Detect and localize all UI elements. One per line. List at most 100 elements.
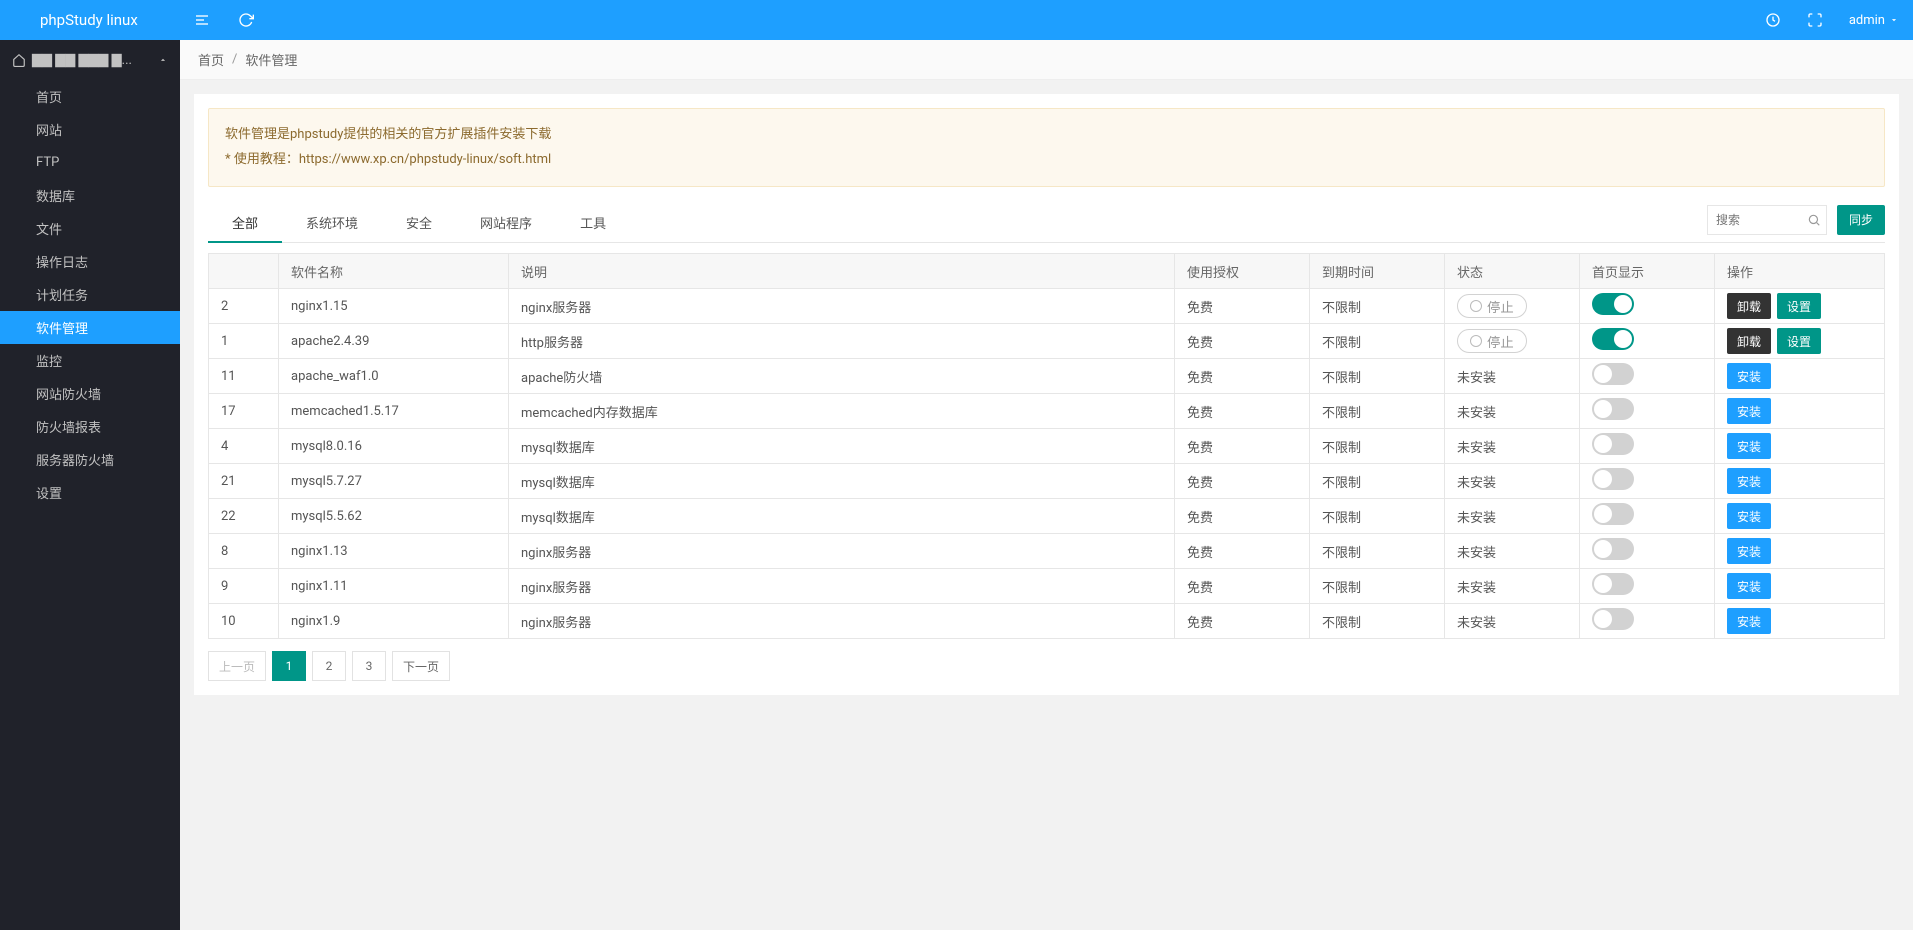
sidebar-host[interactable]: ▇▇ ▇▇ ▇▇▇ ▇...: [0, 40, 180, 80]
cell-desc: apache防火墙: [509, 359, 1175, 394]
tabs: 全部系统环境安全网站程序工具: [208, 203, 630, 242]
pagination: 上一页123下一页: [208, 651, 1885, 681]
table-row: 11apache_waf1.0apache防火墙免费不限制未安装安装: [209, 359, 1885, 394]
sidebar-item[interactable]: 监控: [0, 344, 180, 377]
sidebar-item[interactable]: 服务器防火墙: [0, 443, 180, 476]
breadcrumb-current: 软件管理: [245, 50, 297, 69]
install-button[interactable]: 安装: [1727, 503, 1771, 529]
sync-button[interactable]: 同步: [1837, 205, 1885, 235]
cell-desc: nginx服务器: [509, 569, 1175, 604]
install-button[interactable]: 安装: [1727, 608, 1771, 634]
cell-action: 安装: [1715, 569, 1885, 604]
cell-desc: nginx服务器: [509, 534, 1175, 569]
cell-action: 安装: [1715, 359, 1885, 394]
sidebar-item[interactable]: 防火墙报表: [0, 410, 180, 443]
brand: phpStudy linux: [0, 0, 180, 40]
tutorial-link[interactable]: https://www.xp.cn/phpstudy-linux/soft.ht…: [299, 152, 551, 167]
cell-status: 未安装: [1445, 604, 1580, 639]
tab[interactable]: 网站程序: [456, 203, 556, 242]
display-switch[interactable]: [1592, 503, 1634, 525]
tab[interactable]: 工具: [556, 203, 630, 242]
cell-desc: http服务器: [509, 324, 1175, 359]
install-button[interactable]: 安装: [1727, 468, 1771, 494]
table-row: 8nginx1.13nginx服务器免费不限制未安装安装: [209, 534, 1885, 569]
sidebar-item[interactable]: FTP: [0, 146, 180, 179]
cell-auth: 免费: [1175, 499, 1310, 534]
chevron-down-icon: [1889, 15, 1899, 25]
search-icon[interactable]: [1807, 213, 1821, 227]
cell-id: 4: [209, 429, 279, 464]
page-next[interactable]: 下一页: [392, 651, 450, 681]
cell-name: mysql8.0.16: [279, 429, 509, 464]
fullscreen-icon[interactable]: [1807, 12, 1823, 28]
display-switch[interactable]: [1592, 608, 1634, 630]
cell-status: 未安装: [1445, 359, 1580, 394]
refresh-icon[interactable]: [238, 12, 254, 28]
sidebar-item[interactable]: 计划任务: [0, 278, 180, 311]
search-wrap: [1707, 205, 1827, 235]
display-switch[interactable]: [1592, 293, 1634, 315]
sidebar-item[interactable]: 软件管理: [0, 311, 180, 344]
install-button[interactable]: 安装: [1727, 573, 1771, 599]
sidebar-item[interactable]: 文件: [0, 212, 180, 245]
install-button[interactable]: 安装: [1727, 363, 1771, 389]
page-number[interactable]: 2: [312, 651, 346, 681]
sidebar-item[interactable]: 首页: [0, 80, 180, 113]
cell-auth: 免费: [1175, 604, 1310, 639]
cell-action: 安装: [1715, 394, 1885, 429]
display-switch[interactable]: [1592, 328, 1634, 350]
breadcrumb-home[interactable]: 首页: [198, 50, 224, 69]
install-button[interactable]: 安装: [1727, 398, 1771, 424]
cell-id: 2: [209, 289, 279, 324]
uninstall-button[interactable]: 卸载: [1727, 328, 1771, 354]
tab[interactable]: 全部: [208, 203, 282, 242]
cell-auth: 免费: [1175, 464, 1310, 499]
cell-auth: 免费: [1175, 569, 1310, 604]
table-row: 2nginx1.15nginx服务器免费不限制停止卸载设置: [209, 289, 1885, 324]
cell-display: [1580, 324, 1715, 359]
install-button[interactable]: 安装: [1727, 538, 1771, 564]
cell-desc: nginx服务器: [509, 604, 1175, 639]
sidebar-item[interactable]: 网站防火墙: [0, 377, 180, 410]
settings-button[interactable]: 设置: [1777, 328, 1821, 354]
menu-toggle-icon[interactable]: [194, 12, 210, 28]
cell-desc: mysql数据库: [509, 499, 1175, 534]
display-switch[interactable]: [1592, 398, 1634, 420]
settings-button[interactable]: 设置: [1777, 293, 1821, 319]
tab[interactable]: 安全: [382, 203, 456, 242]
page-number[interactable]: 3: [352, 651, 386, 681]
stop-button[interactable]: 停止: [1457, 294, 1527, 318]
sidebar-item[interactable]: 操作日志: [0, 245, 180, 278]
display-switch[interactable]: [1592, 573, 1634, 595]
display-switch[interactable]: [1592, 468, 1634, 490]
cell-expire: 不限制: [1310, 604, 1445, 639]
topbar: admin: [180, 0, 1913, 40]
cell-expire: 不限制: [1310, 499, 1445, 534]
uninstall-button[interactable]: 卸载: [1727, 293, 1771, 319]
stop-button[interactable]: 停止: [1457, 329, 1527, 353]
display-switch[interactable]: [1592, 363, 1634, 385]
sidebar-item[interactable]: 设置: [0, 476, 180, 509]
table-row: 22mysql5.5.62mysql数据库免费不限制未安装安装: [209, 499, 1885, 534]
display-switch[interactable]: [1592, 433, 1634, 455]
cell-desc: mysql数据库: [509, 464, 1175, 499]
col-action: 操作: [1715, 254, 1885, 289]
display-switch[interactable]: [1592, 538, 1634, 560]
cell-desc: mysql数据库: [509, 429, 1175, 464]
page-number[interactable]: 1: [272, 651, 306, 681]
notice-line1: 软件管理是phpstudy提供的相关的官方扩展插件安装下载: [225, 123, 1868, 148]
cell-action: 安装: [1715, 534, 1885, 569]
install-button[interactable]: 安装: [1727, 433, 1771, 459]
sidebar-item[interactable]: 网站: [0, 113, 180, 146]
dashboard-icon[interactable]: [1765, 12, 1781, 28]
col-status: 状态: [1445, 254, 1580, 289]
breadcrumb-sep: /: [232, 52, 237, 67]
sidebar-item[interactable]: 数据库: [0, 179, 180, 212]
page-prev[interactable]: 上一页: [208, 651, 266, 681]
cell-auth: 免费: [1175, 394, 1310, 429]
main-panel: 软件管理是phpstudy提供的相关的官方扩展插件安装下载 * 使用教程：htt…: [194, 94, 1899, 695]
user-menu[interactable]: admin: [1849, 13, 1899, 28]
cell-id: 1: [209, 324, 279, 359]
notice-box: 软件管理是phpstudy提供的相关的官方扩展插件安装下载 * 使用教程：htt…: [208, 108, 1885, 187]
tab[interactable]: 系统环境: [282, 203, 382, 242]
